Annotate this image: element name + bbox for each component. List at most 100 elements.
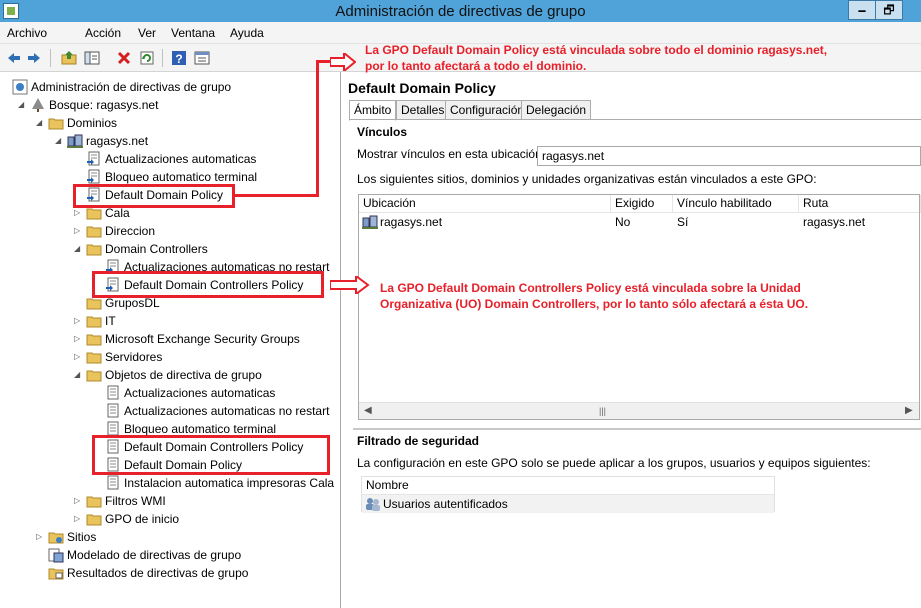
tab-ambito[interactable]: Ámbito <box>349 100 397 121</box>
tab-delegacion[interactable]: Delegación <box>521 100 592 120</box>
menu-bar: Archivo Acción Ver Ventana Ayuda <box>0 22 921 44</box>
gpo-link-icon <box>86 151 102 167</box>
maximize-button[interactable]: 🗗 <box>875 0 903 20</box>
collapsed-arrow-icon[interactable]: ▷ <box>74 348 84 366</box>
tree-item-label: Actualizaciones automaticas <box>124 386 276 400</box>
folder-icon <box>86 313 102 329</box>
links-horizontal-scrollbar[interactable]: ◀ ||| ▶ <box>359 402 919 419</box>
row-nombre: Usuarios autentificados <box>383 497 508 511</box>
connector-horizontal <box>235 194 319 197</box>
tree-item-label: Objetos de directiva de grupo <box>105 368 262 382</box>
details-pane: Default Domain Policy Ámbito Detalles Co… <box>342 72 921 608</box>
pane-divider[interactable] <box>353 428 921 430</box>
scroll-left-icon[interactable]: ◀ <box>364 405 372 416</box>
tree-item-label: Sitios <box>67 530 97 544</box>
tree-pane[interactable]: Administración de directivas de grupo ◢ Bo… <box>0 72 341 608</box>
expanded-arrow-icon[interactable]: ◢ <box>36 114 46 132</box>
refresh-icon[interactable] <box>138 49 156 67</box>
folder-icon <box>86 223 102 239</box>
security-table-header: Nombre <box>362 477 774 495</box>
expanded-arrow-icon[interactable]: ◢ <box>74 240 84 258</box>
gpo-icon <box>105 385 121 401</box>
arrow-top-icon <box>330 53 356 71</box>
scroll-thumb-grip[interactable]: ||| <box>599 406 606 416</box>
annotation-middle: La GPO Default Domain Controllers Policy… <box>380 281 809 311</box>
tree-item-label: Resultados de directivas de grupo <box>67 566 249 580</box>
title-bar: Administración de directivas de grupo 🗕 … <box>0 0 921 22</box>
window-title: Administración de directivas de grupo <box>335 3 586 20</box>
domain-icon <box>362 213 378 231</box>
scroll-right-icon[interactable]: ▶ <box>905 405 913 416</box>
connector-vertical <box>316 60 319 197</box>
col-exigido[interactable]: Exigido <box>611 195 673 213</box>
show-hide-tree-icon[interactable] <box>83 49 101 67</box>
row-exigido: No <box>615 215 631 229</box>
menu-ayuda[interactable]: Ayuda <box>230 26 264 40</box>
up-folder-icon[interactable] <box>60 49 78 67</box>
menu-ventana[interactable]: Ventana <box>171 26 215 40</box>
links-description: Los siguientes sitios, dominios y unidad… <box>357 172 817 186</box>
gpo-icon <box>105 475 121 491</box>
collapsed-arrow-icon[interactable]: ▷ <box>74 510 84 528</box>
tree-item-label: Dominios <box>67 116 118 130</box>
gpo-title: Default Domain Policy <box>348 80 496 96</box>
delete-icon[interactable] <box>115 49 133 67</box>
tree-item-label: GPO de inicio <box>105 512 180 526</box>
menu-accion[interactable]: Acción <box>85 26 121 40</box>
table-row[interactable]: Usuarios autentificados <box>362 495 774 513</box>
back-arrow-icon[interactable] <box>5 49 23 67</box>
col-vinculo-habilitado[interactable]: Vínculo habilitado <box>673 195 799 213</box>
col-nombre[interactable]: Nombre <box>362 477 776 495</box>
minimize-button[interactable]: 🗕 <box>848 0 876 20</box>
expanded-arrow-icon[interactable]: ◢ <box>18 96 28 114</box>
col-ruta[interactable]: Ruta <box>799 195 921 213</box>
svg-text:?: ? <box>175 52 182 66</box>
menu-ver[interactable]: Ver <box>138 26 156 40</box>
tree-item-label: Actualizaciones automaticas <box>105 152 257 166</box>
tree-item-label: Domain Controllers <box>105 242 208 256</box>
security-heading: Filtrado de seguridad <box>357 434 480 448</box>
tree-item-label: Modelado de directivas de grupo <box>67 548 242 562</box>
tree-item-label: Servidores <box>105 350 163 364</box>
highlight-default-domain-policy-link <box>73 184 235 208</box>
menu-archivo[interactable]: Archivo <box>7 26 47 40</box>
highlight-default-dc-policy-link <box>92 271 324 298</box>
tree-item-label: IT <box>105 314 116 328</box>
collapsed-arrow-icon[interactable]: ▷ <box>74 492 84 510</box>
tab-configuracion[interactable]: Configuración <box>445 100 530 120</box>
expanded-arrow-icon[interactable]: ◢ <box>55 132 65 150</box>
modeling-icon <box>48 547 64 563</box>
links-table-header: Ubicación Exigido Vínculo habilitado Rut… <box>359 195 921 213</box>
forward-arrow-icon[interactable] <box>25 49 43 67</box>
tab-detalles[interactable]: Detalles <box>396 100 450 120</box>
help-icon[interactable]: ? <box>170 49 188 67</box>
domain-icon <box>67 133 83 149</box>
collapsed-arrow-icon[interactable]: ▷ <box>74 312 84 330</box>
table-row[interactable]: ragasys.net No Sí ragasys.net <box>359 213 919 231</box>
arrow-middle-icon <box>330 276 370 294</box>
folder-icon <box>86 493 102 509</box>
sites-icon <box>48 529 64 545</box>
tree-item-label: Microsoft Exchange Security Groups <box>105 332 300 346</box>
collapsed-arrow-icon[interactable]: ▷ <box>74 222 84 240</box>
tree-item-label: Bosque: ragasys.net <box>49 98 159 112</box>
gpm-icon <box>12 79 28 95</box>
security-description: La configuración en este GPO solo se pue… <box>357 456 871 470</box>
tree-item-label: Instalacion automatica impresoras Cala <box>124 476 335 490</box>
col-ubicacion[interactable]: Ubicación <box>359 195 611 213</box>
tree-item-label: Administración de directivas de grupo <box>31 80 232 94</box>
location-input[interactable]: ragasys.net <box>537 146 921 166</box>
expanded-arrow-icon[interactable]: ◢ <box>74 366 84 384</box>
folder-icon <box>48 115 64 131</box>
security-table[interactable]: Nombre Usuarios autentificados <box>361 476 775 513</box>
users-group-icon <box>365 495 381 513</box>
folder-icon <box>86 349 102 365</box>
properties-icon[interactable] <box>193 49 211 67</box>
folder-icon <box>86 331 102 347</box>
links-heading: Vínculos <box>357 125 408 139</box>
collapsed-arrow-icon[interactable]: ▷ <box>36 528 46 546</box>
annotation-top: La GPO Default Domain Policy está vincul… <box>365 43 828 73</box>
collapsed-arrow-icon[interactable]: ▷ <box>74 330 84 348</box>
row-ubicacion: ragasys.net <box>380 215 443 229</box>
forest-icon <box>30 97 46 113</box>
